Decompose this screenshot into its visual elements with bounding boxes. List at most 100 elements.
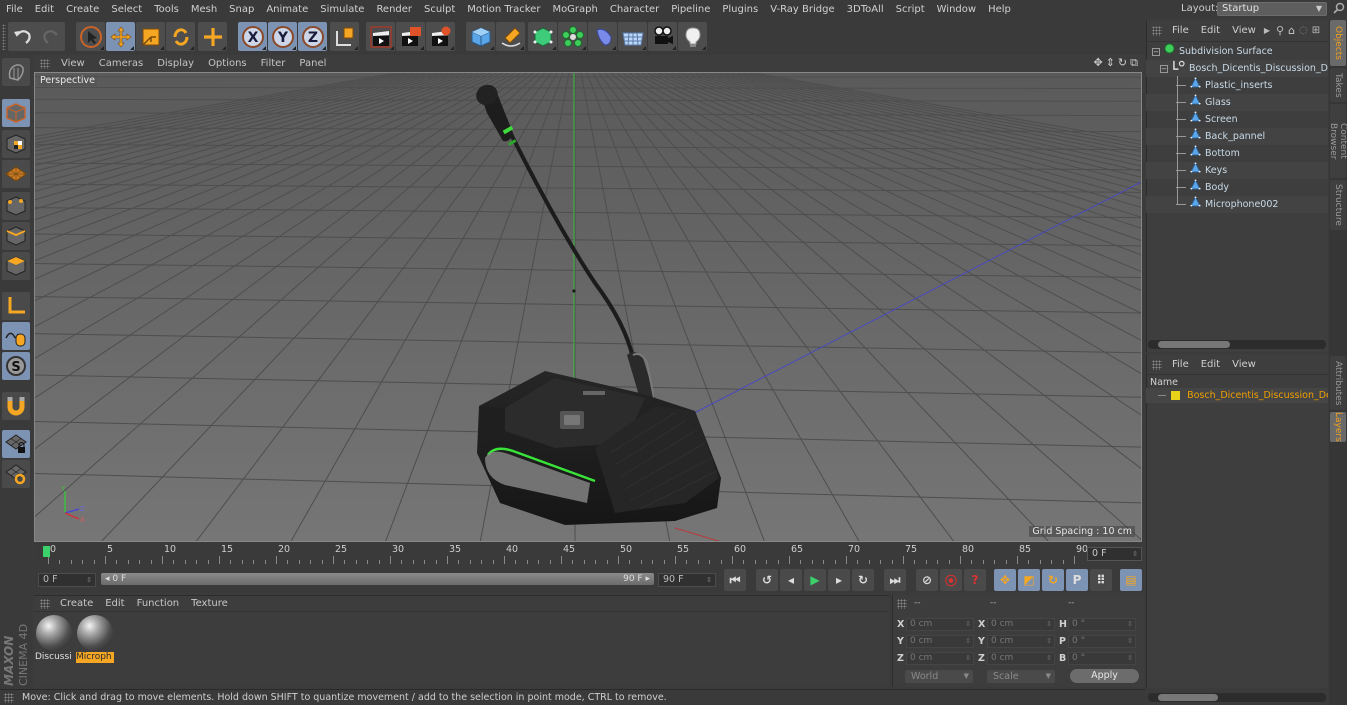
- points-mode-button[interactable]: [2, 192, 30, 220]
- search-icon[interactable]: ⚲: [1276, 24, 1284, 37]
- previous-key-button[interactable]: ↺: [756, 569, 778, 591]
- move-view-icon[interactable]: ✥: [1093, 56, 1102, 70]
- object-menu-file[interactable]: File: [1166, 25, 1195, 36]
- texture-mode-button[interactable]: [2, 130, 30, 158]
- rotation-p-field[interactable]: 0 ° ⇳: [1068, 635, 1136, 648]
- object-row[interactable]: − Subdivision Surface: [1146, 43, 1328, 60]
- panel-grip-icon[interactable]: [40, 598, 50, 609]
- spinner-icon[interactable]: ⇳: [1046, 653, 1052, 664]
- go-to-start-button[interactable]: ⏮: [724, 569, 746, 591]
- y-axis-button[interactable]: Y: [268, 22, 297, 51]
- rotation-b-field[interactable]: 0 ° ⇳: [1068, 652, 1136, 665]
- menu-animate[interactable]: Animate: [260, 4, 314, 15]
- spinner-icon[interactable]: ⇳: [965, 619, 971, 630]
- menu-v-ray-bridge[interactable]: V-Ray Bridge: [764, 4, 840, 15]
- object-menu-view[interactable]: View: [1226, 25, 1262, 36]
- spinner-icon[interactable]: ⇳: [1127, 636, 1133, 647]
- object-row[interactable]: Body: [1146, 179, 1328, 196]
- material-menu-function[interactable]: Function: [131, 598, 186, 609]
- x-axis-button[interactable]: X: [238, 22, 267, 51]
- spinner-icon[interactable]: ⇳: [1127, 619, 1133, 630]
- previous-frame-button[interactable]: ◂: [780, 569, 802, 591]
- material-swatch[interactable]: Discussi: [35, 614, 73, 664]
- position-key-button[interactable]: ✥: [994, 569, 1016, 591]
- scrollbar-thumb[interactable]: [1158, 341, 1230, 348]
- redo-button[interactable]: [36, 22, 65, 51]
- menu-plugins[interactable]: Plugins: [716, 4, 764, 15]
- deformer-button[interactable]: [588, 22, 617, 51]
- render-settings-button[interactable]: [426, 22, 455, 51]
- toolbar-grip-icon[interactable]: [2, 24, 6, 50]
- viewport-menu-filter[interactable]: Filter: [254, 58, 293, 69]
- spinner-icon[interactable]: ⇳: [706, 574, 712, 586]
- zoom-view-icon[interactable]: ⇕: [1106, 56, 1115, 70]
- preview-range-slider[interactable]: ◂ 0 F 90 F ▸: [101, 573, 654, 585]
- home-icon[interactable]: ⌂: [1288, 24, 1295, 37]
- material-menu-create[interactable]: Create: [54, 598, 99, 609]
- menu-help[interactable]: Help: [982, 4, 1017, 15]
- size-mode-select[interactable]: Scale ▼: [987, 670, 1055, 683]
- parameter-key-button[interactable]: P: [1066, 569, 1088, 591]
- record-keys-button[interactable]: ⊘: [916, 569, 938, 591]
- light-button[interactable]: [678, 22, 707, 51]
- coordinate-mode-select[interactable]: World ▼: [905, 670, 973, 683]
- rotate-button[interactable]: [166, 22, 195, 51]
- viewport-menu-panel[interactable]: Panel: [292, 58, 333, 69]
- go-to-end-button[interactable]: ⏭: [884, 569, 906, 591]
- panel-grip-icon[interactable]: [1152, 359, 1162, 370]
- solo-mode-button[interactable]: S: [2, 352, 30, 380]
- spinner-icon[interactable]: ⇳: [1127, 653, 1133, 664]
- side-tab-attributes[interactable]: Attributes: [1330, 356, 1346, 410]
- object-row[interactable]: Plastic_inserts: [1146, 77, 1328, 94]
- search-icon[interactable]: [1333, 2, 1347, 16]
- menu-window[interactable]: Window: [931, 4, 982, 15]
- perspective-viewport[interactable]: Y Z X Perspective Grid Spacing : 10 cm: [34, 72, 1142, 542]
- viewport-menu-cameras[interactable]: Cameras: [92, 58, 150, 69]
- menu-mograph[interactable]: MoGraph: [546, 4, 603, 15]
- range-end-handle[interactable]: 90 F ▸: [623, 573, 650, 585]
- snapping-button[interactable]: [2, 392, 30, 420]
- autokeying-button[interactable]: ⦿: [940, 569, 962, 591]
- eye-icon[interactable]: ◌: [1299, 25, 1308, 36]
- collapse-toggle-icon[interactable]: −: [1160, 64, 1168, 73]
- move-button[interactable]: [106, 22, 135, 51]
- spinner-icon[interactable]: ⇳: [1132, 548, 1138, 560]
- maximize-view-icon[interactable]: ⧉: [1130, 56, 1138, 70]
- tweak-mode-button[interactable]: [2, 322, 30, 350]
- material-menu-texture[interactable]: Texture: [185, 598, 234, 609]
- locked-workplane-button[interactable]: [2, 430, 30, 458]
- workplane-mode-button[interactable]: [2, 160, 30, 188]
- make-editable-button[interactable]: [2, 58, 30, 86]
- edges-mode-button[interactable]: [2, 222, 30, 250]
- menu-mesh[interactable]: Mesh: [185, 4, 223, 15]
- object-row[interactable]: Microphone002: [1146, 196, 1328, 213]
- panel-grip-icon[interactable]: [4, 693, 14, 703]
- object-menu-edit[interactable]: Edit: [1195, 25, 1226, 36]
- rotate-view-icon[interactable]: ↻: [1118, 56, 1127, 70]
- timeline-playhead[interactable]: [43, 546, 50, 557]
- material-swatch[interactable]: Microph: [76, 614, 114, 664]
- side-tab-objects[interactable]: Objects: [1330, 20, 1346, 66]
- menu-sculpt[interactable]: Sculpt: [418, 4, 461, 15]
- cube-button[interactable]: [466, 22, 495, 51]
- menu-edit[interactable]: Edit: [29, 4, 60, 15]
- menu-file[interactable]: File: [0, 4, 29, 15]
- undo-button[interactable]: [8, 22, 37, 51]
- new-window-icon[interactable]: ⊞: [1312, 25, 1320, 36]
- scale-button[interactable]: [136, 22, 165, 51]
- timeline-window-button[interactable]: ▤: [1120, 569, 1142, 591]
- object-row[interactable]: − Bosch_Dicentis_Discussion_Device: [1146, 60, 1328, 77]
- menu-tools[interactable]: Tools: [148, 4, 185, 15]
- size-y-field[interactable]: 0 cm ⇳: [987, 635, 1055, 648]
- object-row[interactable]: Bottom: [1146, 145, 1328, 162]
- menu-create[interactable]: Create: [60, 4, 105, 15]
- size-x-field[interactable]: 0 cm ⇳: [987, 618, 1055, 631]
- menu-3dtoall[interactable]: 3DToAll: [841, 4, 890, 15]
- keyframe-selection-button[interactable]: ?: [964, 569, 986, 591]
- last-tool-button[interactable]: [198, 22, 227, 51]
- object-row[interactable]: Keys: [1146, 162, 1328, 179]
- play-button[interactable]: ▶: [804, 569, 826, 591]
- layer-menu-edit[interactable]: Edit: [1195, 359, 1226, 370]
- layer-menu-file[interactable]: File: [1166, 359, 1195, 370]
- side-tab-content-browser[interactable]: Content Browser: [1328, 104, 1347, 178]
